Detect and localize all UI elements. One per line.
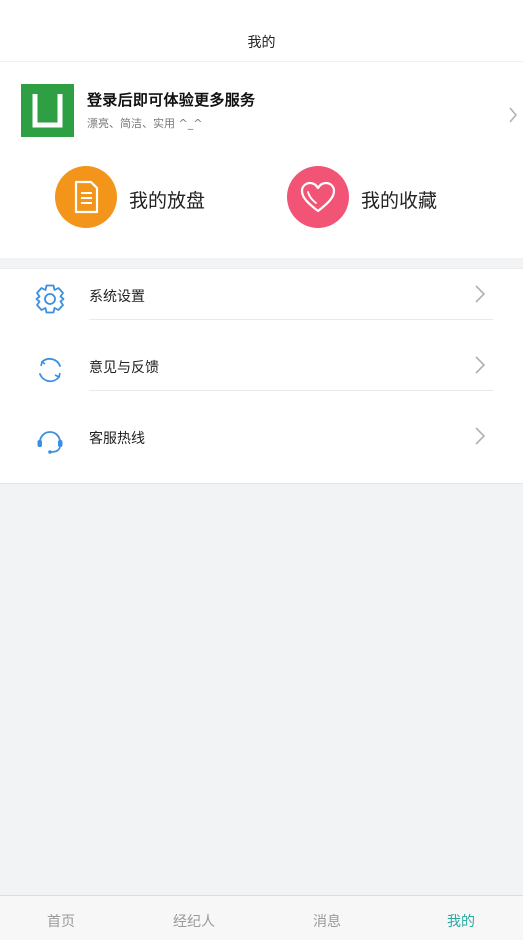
nav-bar: 我的	[0, 0, 523, 62]
menu-item-label: 系统设置	[89, 289, 145, 305]
tab-messages[interactable]: 消息	[313, 911, 341, 931]
menu-item-label: 客服热线	[89, 431, 145, 447]
tab-home[interactable]: 首页	[47, 911, 75, 931]
login-banner[interactable]: 登录后即可体验更多服务 漂亮、简洁、实用 ^_^	[0, 62, 523, 158]
menu-item-service-hotline[interactable]: 客服热线	[0, 411, 523, 482]
menu-item-label: 意见与反馈	[89, 360, 159, 376]
gear-icon	[35, 284, 65, 314]
chevron-right-icon	[475, 285, 486, 303]
tab-agents[interactable]: 经纪人	[173, 911, 215, 931]
login-prompt: 登录后即可体验更多服务	[87, 91, 256, 109]
chevron-right-icon	[509, 107, 517, 123]
page: 我的 登录后即可体验更多服务 漂亮、简洁、实用 ^_^ 我的放盘 我的收藏 系统…	[0, 0, 523, 940]
refresh-icon	[39, 357, 61, 383]
menu-item-feedback[interactable]: 意见与反馈	[0, 340, 523, 411]
bottom-tab-bar: 首页 经纪人 消息 我的	[0, 895, 523, 940]
my-favorites-button[interactable]: 我的收藏	[287, 166, 487, 230]
tab-mine[interactable]: 我的	[447, 911, 475, 931]
my-listings-button[interactable]: 我的放盘	[55, 166, 255, 230]
divider	[89, 319, 493, 320]
app-logo-icon	[32, 94, 63, 128]
document-icon	[74, 180, 99, 214]
top-section: 我的 登录后即可体验更多服务 漂亮、简洁、实用 ^_^ 我的放盘 我的收藏	[0, 0, 523, 258]
headset-icon	[37, 431, 63, 454]
chevron-right-icon	[475, 356, 486, 374]
menu-item-system-settings[interactable]: 系统设置	[0, 269, 523, 340]
my-favorites-label: 我的收藏	[361, 190, 438, 212]
my-listings-label: 我的放盘	[129, 190, 206, 212]
settings-list: 系统设置 意见与反馈 客服热线	[0, 268, 523, 484]
chevron-right-icon	[475, 427, 486, 445]
heart-icon	[300, 181, 336, 213]
divider	[89, 390, 493, 391]
login-subtitle: 漂亮、简洁、实用 ^_^	[87, 117, 203, 130]
my-listings-icon-circle	[55, 166, 117, 228]
page-title: 我的	[247, 35, 276, 51]
my-favorites-icon-circle	[287, 166, 349, 228]
app-logo	[21, 84, 74, 137]
